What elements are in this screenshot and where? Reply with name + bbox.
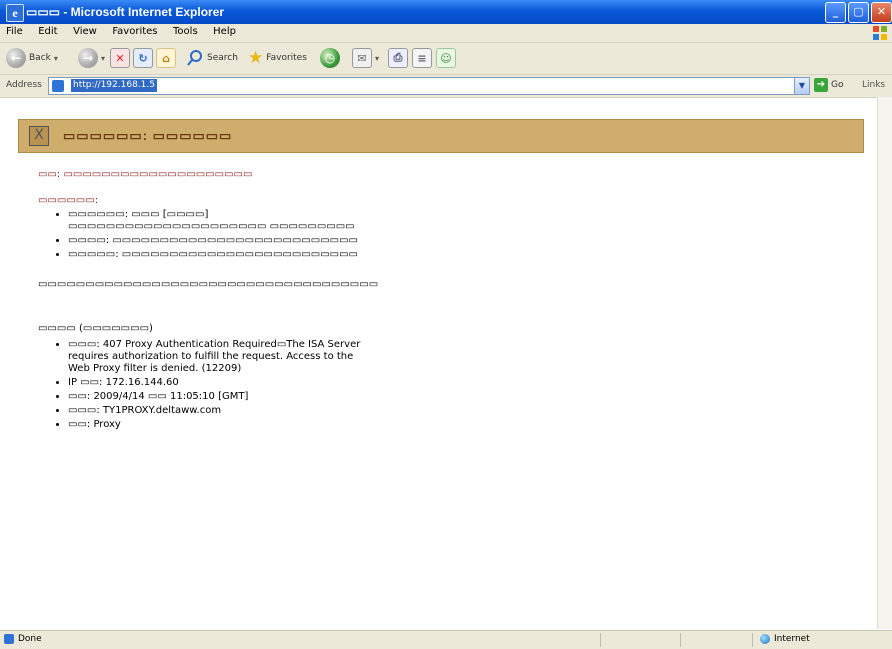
error-x-icon: X [29,126,49,146]
links-button[interactable]: Links [862,80,885,90]
address-url: http://192.168.1.5 [71,79,157,92]
mail-dropdown-icon: ▾ [375,53,380,63]
technical-list: ▭▭▭: 407 Proxy Authentication Required▭T… [48,339,368,433]
list-item: ▭▭▭▭: ▭▭▭▭▭▭▭▭▭▭▭▭▭▭▭▭▭▭▭▭▭▭▭▭▭▭ [68,235,378,247]
search-button[interactable]: Search [186,47,238,69]
search-icon [187,50,202,66]
menu-view[interactable]: View [67,24,103,37]
toolbar: ← Back ▾ → ▾ ✕ ↻ ⌂ Search ★ Favorites ◷ … [0,43,892,75]
address-input[interactable]: http://192.168.1.5 ▼ [48,77,810,95]
menu-help[interactable]: Help [207,24,242,37]
window-title: ▭▭▭ - Microsoft Internet Explorer [26,5,225,19]
menu-file[interactable]: File [0,24,29,37]
edit-icon: ≡ [412,48,432,68]
print-button[interactable]: ⎙ [388,47,408,69]
favorites-button[interactable]: ★ Favorites [248,47,307,69]
forward-dropdown-icon: ▾ [101,53,106,63]
reasons-list: ▭▭▭▭▭▭: ▭▭▭ [▭▭▭▭] ▭▭▭▭▭▭▭▭▭▭▭▭▭▭▭▭▭▭▭▭▭… [48,209,378,263]
go-button[interactable]: ➔ Go [814,78,843,92]
list-item: IP ▭▭: 172.16.144.60 [68,377,368,389]
go-label: Go [831,80,844,90]
maximize-button[interactable]: ▢ [848,2,869,23]
forward-button[interactable]: → ▾ [78,47,105,69]
zone-text: Internet [774,634,810,644]
back-button[interactable]: ← Back ▾ [6,47,58,69]
favorites-label: Favorites [266,53,307,63]
page-icon [52,80,64,92]
status-divider [680,633,681,647]
title-bar: e ▭▭▭ - Microsoft Internet Explorer _ ▢ … [0,0,892,24]
messenger-button[interactable]: ☺ [436,47,456,69]
mail-button[interactable]: ✉ ▾ [352,47,379,69]
menu-edit[interactable]: Edit [32,24,63,37]
back-arrow-icon: ← [6,48,26,68]
print-icon: ⎙ [388,48,408,68]
technical-heading: ▭▭▭▭ (▭▭▭▭▭▭▭) [38,323,153,334]
stop-button[interactable]: ✕ [110,47,130,69]
vertical-scrollbar[interactable] [877,97,892,629]
status-bar: Done Internet [0,630,892,649]
star-icon: ★ [248,48,264,68]
list-item: ▭▭▭: TY1PROXY.deltaww.com [68,405,368,417]
edit-button[interactable]: ≡ [412,47,432,69]
windows-logo-icon [873,26,887,40]
status-text: Done [18,634,42,644]
refresh-button[interactable]: ↻ [133,47,153,69]
reasons-heading: ▭▭▭▭▭▭: [38,195,99,206]
menu-favorites[interactable]: Favorites [106,24,163,37]
menu-bar: File Edit View Favorites Tools Help [0,24,892,43]
close-button[interactable]: ✕ [871,2,892,23]
mail-icon: ✉ [352,48,372,68]
go-arrow-icon: ➔ [814,78,828,92]
status-divider [600,633,601,647]
menu-tools[interactable]: Tools [167,24,204,37]
list-item: ▭▭▭▭▭: ▭▭▭▭▭▭▭▭▭▭▭▭▭▭▭▭▭▭▭▭▭▭▭▭▭ [68,249,378,261]
list-item: ▭▭: Proxy [68,419,368,431]
globe-icon [760,634,770,644]
address-label: Address [6,80,42,90]
forward-arrow-icon: → [78,48,98,68]
error-header: X ▭▭▭▭▭▭: ▭▭▭▭▭▭ [18,119,864,153]
window-controls: _ ▢ ✕ [825,2,892,23]
page-content: X ▭▭▭▭▭▭: ▭▭▭▭▭▭ ▭▭: ▭▭▭▭▭▭▭▭▭▭▭▭▭▭▭▭▭▭▭… [10,107,876,629]
messenger-icon: ☺ [436,48,456,68]
stop-icon: ✕ [110,48,130,68]
ie-icon: e [6,4,24,22]
page-done-icon [4,634,14,644]
list-item: ▭▭: 2009/4/14 ▭▭ 11:05:10 [GMT] [68,391,368,403]
address-bar: Address http://192.168.1.5 ▼ ➔ Go Links [0,75,892,98]
status-divider [752,633,753,647]
advice-text: ▭▭▭▭▭▭▭▭▭▭▭▭▭▭▭▭▭▭▭▭▭▭▭▭▭▭▭▭▭▭▭▭▭▭▭▭ [38,279,379,290]
status-done: Done [4,634,42,644]
back-dropdown-icon: ▾ [53,53,58,63]
history-button[interactable]: ◷ [320,47,340,69]
home-button[interactable]: ⌂ [156,47,176,69]
home-icon: ⌂ [156,48,176,68]
list-item: ▭▭▭▭▭▭: ▭▭▭ [▭▭▭▭] ▭▭▭▭▭▭▭▭▭▭▭▭▭▭▭▭▭▭▭▭▭… [68,209,378,233]
address-dropdown-icon[interactable]: ▼ [794,78,809,94]
search-label: Search [207,53,238,63]
refresh-icon: ↻ [133,48,153,68]
list-item: ▭▭▭: 407 Proxy Authentication Required▭T… [68,339,368,375]
history-icon: ◷ [320,48,340,68]
minimize-button[interactable]: _ [825,2,846,23]
security-zone: Internet [760,634,810,644]
error-title: ▭▭▭▭▭▭: ▭▭▭▭▭▭ [63,128,233,143]
error-description: ▭▭: ▭▭▭▭▭▭▭▭▭▭▭▭▭▭▭▭▭▭▭▭ [38,169,253,180]
back-label: Back [29,53,51,63]
